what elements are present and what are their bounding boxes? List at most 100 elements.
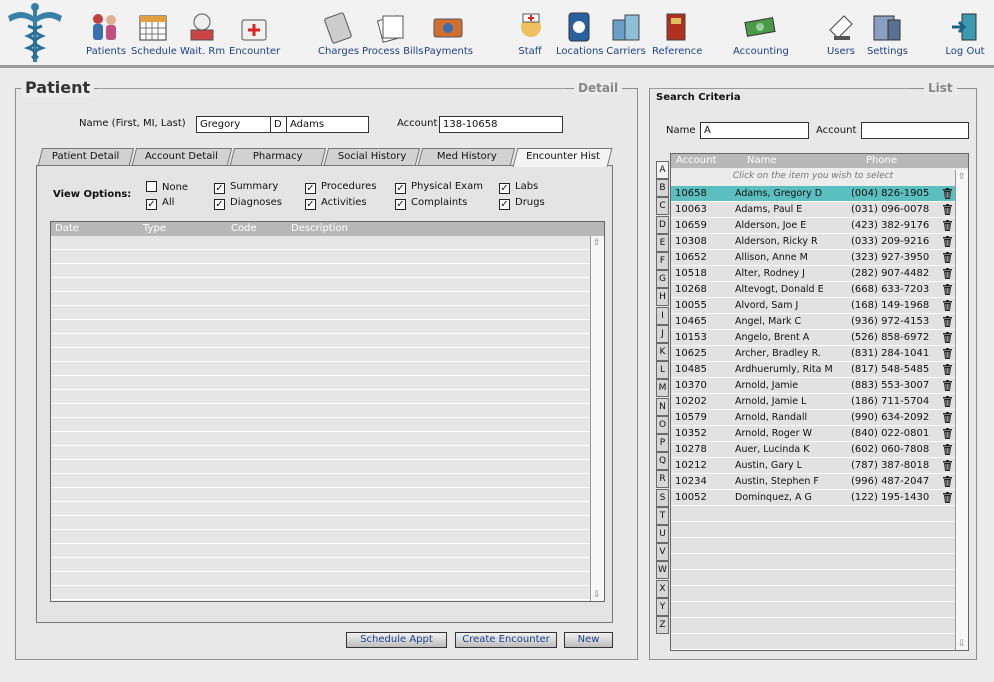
trash-icon[interactable] xyxy=(943,476,952,487)
toolbar-wait-rm-button[interactable]: Wait. Rm xyxy=(180,4,225,58)
patient-row[interactable]: 10055 Alvord, Sam J (168) 149-1968 xyxy=(671,298,955,314)
trash-icon[interactable] xyxy=(943,364,952,375)
option-diagnoses-checkbox[interactable]: ✓ Diagnoses xyxy=(214,197,282,210)
trash-icon[interactable] xyxy=(943,204,952,215)
encounter-row[interactable] xyxy=(51,376,590,390)
encounter-row[interactable] xyxy=(51,264,590,278)
trash-icon[interactable] xyxy=(943,444,952,455)
alpha-tab-s[interactable]: S xyxy=(656,488,669,507)
patient-row[interactable]: 10352 Arnold, Roger W (840) 022-0801 xyxy=(671,426,955,442)
alpha-tab-z[interactable]: Z xyxy=(656,616,669,634)
alpha-tab-l[interactable]: L xyxy=(656,361,669,380)
alpha-tab-e[interactable]: E xyxy=(656,233,669,252)
encounter-row[interactable] xyxy=(51,278,590,292)
patient-row[interactable]: 10652 Allison, Anne M (323) 927-3950 xyxy=(671,250,955,266)
alpha-tab-y[interactable]: Y xyxy=(656,597,669,616)
patient-row[interactable]: 10212 Austin, Gary L (787) 387-8018 xyxy=(671,458,955,474)
toolbar-patients-button[interactable]: Patients xyxy=(86,4,126,58)
encounter-row[interactable] xyxy=(51,250,590,264)
alpha-tab-c[interactable]: C xyxy=(656,197,669,216)
encounter-row[interactable] xyxy=(51,474,590,488)
toolbar-carriers-button[interactable]: Carriers xyxy=(606,4,646,58)
search-name-input[interactable]: A xyxy=(700,122,809,139)
toolbar-accounting-button[interactable]: Accounting xyxy=(733,4,789,58)
encounter-row[interactable] xyxy=(51,544,590,558)
scroll-down-arrow-icon[interactable]: ⇩ xyxy=(958,639,966,649)
patient-row[interactable]: 10659 Alderson, Joe E (423) 382-9176 xyxy=(671,218,955,234)
encounter-row[interactable] xyxy=(51,334,590,348)
patient-row[interactable]: 10370 Arnold, Jamie (883) 553-3007 xyxy=(671,378,955,394)
middle-initial-field[interactable]: D xyxy=(270,116,287,133)
patient-row[interactable]: 10465 Angel, Mark C (936) 972-4153 xyxy=(671,314,955,330)
alpha-tab-d[interactable]: D xyxy=(656,215,669,234)
alpha-tab-t[interactable]: T xyxy=(656,506,669,525)
trash-icon[interactable] xyxy=(943,220,952,231)
trash-icon[interactable] xyxy=(943,188,952,199)
option-labs-checkbox[interactable]: ✓ Labs xyxy=(499,181,538,194)
alpha-tab-x[interactable]: X xyxy=(656,579,669,598)
toolbar-schedule-button[interactable]: Schedule xyxy=(131,4,177,58)
trash-icon[interactable] xyxy=(943,380,952,391)
patient-row[interactable]: 10485 Ardhuerumly, Rita M (817) 548-5485 xyxy=(671,362,955,378)
toolbar-users-button[interactable]: Users xyxy=(824,4,858,58)
toolbar-locations-button[interactable]: Locations xyxy=(556,4,604,58)
option-procedures-checkbox[interactable]: ✓ Procedures xyxy=(305,181,376,194)
alpha-tab-v[interactable]: V xyxy=(656,543,669,562)
patient-row[interactable]: 10268 Altevogt, Donald E (668) 633-7203 xyxy=(671,282,955,298)
tab-account-detail[interactable]: Account Detail xyxy=(131,148,233,165)
option-activities-checkbox[interactable]: ✓ Activities xyxy=(305,197,367,210)
alpha-tab-g[interactable]: G xyxy=(656,270,669,289)
encounter-row[interactable] xyxy=(51,348,590,362)
trash-icon[interactable] xyxy=(943,348,952,359)
trash-icon[interactable] xyxy=(943,492,952,503)
toolbar-process-bills-button[interactable]: Process Bills xyxy=(362,4,424,58)
encounter-row[interactable] xyxy=(51,362,590,376)
encounter-row[interactable] xyxy=(51,502,590,516)
last-name-field[interactable]: Adams xyxy=(286,116,369,133)
option-summary-checkbox[interactable]: ✓ Summary xyxy=(214,181,278,194)
patient-row[interactable]: 10658 Adams, Gregory D (004) 826-1905 xyxy=(671,186,955,202)
trash-icon[interactable] xyxy=(943,396,952,407)
alpha-tab-j[interactable]: J xyxy=(656,324,669,343)
scroll-up-arrow-icon[interactable]: ⇧ xyxy=(593,238,601,248)
toolbar-settings-button[interactable]: Settings xyxy=(867,4,908,58)
alpha-tab-o[interactable]: O xyxy=(656,415,669,434)
encounter-row[interactable] xyxy=(51,488,590,502)
option-all-checkbox[interactable]: ✓ All xyxy=(146,197,174,210)
patient-row[interactable]: 10063 Adams, Paul E (031) 096-0078 xyxy=(671,202,955,218)
toolbar-encounter-button[interactable]: Encounter xyxy=(229,4,280,58)
patient-row[interactable]: 10308 Alderson, Ricky R (033) 209-9216 xyxy=(671,234,955,250)
toolbar-reference-button[interactable]: Reference xyxy=(652,4,702,58)
encounter-row[interactable] xyxy=(51,572,590,586)
alpha-tab-w[interactable]: W xyxy=(656,561,669,580)
alpha-tab-n[interactable]: N xyxy=(656,397,669,416)
toolbar-log-out-button[interactable]: Log Out xyxy=(945,4,985,58)
patient-row[interactable]: 10625 Archer, Bradley R. (831) 284-1041 xyxy=(671,346,955,362)
trash-icon[interactable] xyxy=(943,332,952,343)
option-physical-exam-checkbox[interactable]: ✓ Physical Exam xyxy=(395,181,483,194)
encounter-row[interactable] xyxy=(51,586,590,600)
encounter-row[interactable] xyxy=(51,516,590,530)
scroll-down-arrow-icon[interactable]: ⇩ xyxy=(593,590,601,600)
first-name-field[interactable]: Gregory xyxy=(196,116,271,133)
alpha-tab-q[interactable]: Q xyxy=(656,452,669,471)
alpha-tab-h[interactable]: H xyxy=(656,288,669,307)
alpha-tab-u[interactable]: U xyxy=(656,525,669,543)
encounter-row[interactable] xyxy=(51,306,590,320)
patient-row[interactable]: 10202 Arnold, Jamie L (186) 711-5704 xyxy=(671,394,955,410)
toolbar-payments-button[interactable]: Payments xyxy=(424,4,473,58)
encounter-row[interactable] xyxy=(51,320,590,334)
alpha-tab-a[interactable]: A xyxy=(656,161,669,179)
encounter-scrollbar[interactable]: ⇧ ⇩ xyxy=(590,236,604,601)
trash-icon[interactable] xyxy=(943,460,952,471)
encounter-row[interactable] xyxy=(51,236,590,250)
patient-row[interactable]: 10153 Angelo, Brent A (526) 858-6972 xyxy=(671,330,955,346)
tab-med-history[interactable]: Med History xyxy=(417,148,516,165)
tab-patient-detail[interactable]: Patient Detail xyxy=(37,148,135,165)
trash-icon[interactable] xyxy=(943,428,952,439)
alpha-tab-f[interactable]: F xyxy=(656,252,669,270)
tab-pharmacy[interactable]: Pharmacy xyxy=(229,148,327,165)
create-encounter-button[interactable]: Create Encounter xyxy=(455,632,557,648)
patient-row[interactable]: 10278 Auer, Lucinda K (602) 060-7808 xyxy=(671,442,955,458)
alpha-tab-i[interactable]: I xyxy=(656,306,669,325)
